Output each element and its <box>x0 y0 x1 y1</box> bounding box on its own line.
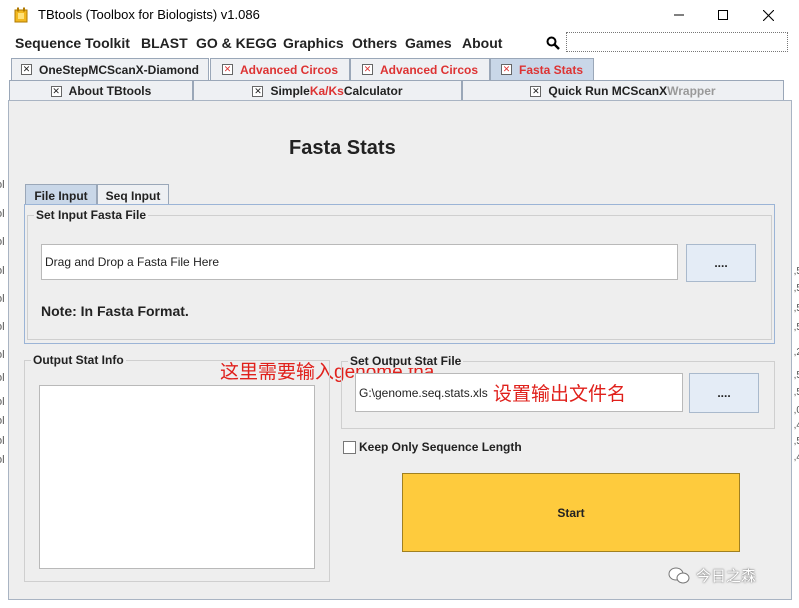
tab-label-part: Ka/Ks <box>309 84 344 98</box>
tab-label: Fasta Stats <box>518 62 584 77</box>
bg-fragment: ol <box>0 321 5 333</box>
search-input[interactable] <box>566 32 788 52</box>
menu-blast[interactable]: BLAST <box>141 35 188 51</box>
tab-simple-kaks-calculator[interactable]: ✕ Simple Ka/Ks Calculator <box>193 80 462 101</box>
tab-close-icon[interactable]: ✕ <box>530 85 542 97</box>
bg-fragment: ol <box>0 372 5 384</box>
tbtools-logo-icon <box>14 7 28 23</box>
menu-others[interactable]: Others <box>352 35 397 51</box>
close-icon <box>762 9 774 21</box>
output-info-label: Output Stat Info <box>31 353 126 367</box>
browse-output-button[interactable]: .... <box>689 373 759 413</box>
background-window-right: ,5 ,5 ,5 ,5 ,2 ,5 ,5 ,0 ,4 ,5 ,4 <box>791 100 799 608</box>
bg-fragment: ,5 <box>793 370 799 381</box>
tab-close-icon[interactable]: ✕ <box>361 64 373 75</box>
menu-go-kegg[interactable]: GO & KEGG <box>196 35 277 51</box>
tab-label-part: Simple <box>270 84 310 98</box>
bg-fragment: ol <box>0 349 5 361</box>
tab-close-icon[interactable]: ✕ <box>20 64 32 75</box>
tab-label-part: Wrapper <box>667 84 716 98</box>
bg-fragment: ,4 <box>793 452 799 463</box>
bg-fragment: ol <box>0 454 5 466</box>
background-window-left: ol ol ol ol ol ol ol ol ol ol ol ol <box>0 100 8 608</box>
bg-fragment: ,5 <box>793 322 799 333</box>
maximize-button[interactable] <box>700 0 746 30</box>
fasta-stats-panel: Fasta Stats File Input Seq Input Set Inp… <box>8 100 792 600</box>
tab-fasta-stats[interactable]: ✕ Fasta Stats <box>490 58 594 80</box>
watermark: 今日之森 <box>668 565 756 586</box>
tab-row-1: ✕ OneStepMCScanX-Diamond ✕ Advanced Circ… <box>0 58 799 80</box>
minimize-icon <box>674 14 684 16</box>
title-bar: TBtools (Toolbox for Biologists) v1.086 <box>0 0 799 30</box>
page-title: Fasta Stats <box>289 137 396 159</box>
start-button[interactable]: Start <box>402 473 740 552</box>
tab-label: Advanced Circos <box>239 62 339 77</box>
file-input-panel: Set Input Fasta File Drag and Drop a Fas… <box>24 204 775 383</box>
bg-fragment: ,5 <box>793 266 799 277</box>
minimize-button[interactable] <box>656 0 702 30</box>
bg-fragment: ,4 <box>793 420 799 431</box>
close-button[interactable] <box>745 0 791 30</box>
tab-close-icon[interactable]: ✕ <box>221 64 233 75</box>
maximize-icon <box>718 10 728 20</box>
bg-fragment: ,5 <box>793 283 799 294</box>
browse-input-button[interactable]: .... <box>686 244 756 282</box>
bg-fragment: ,0 <box>793 405 799 416</box>
tab-quick-run-mcscanx-wrapper[interactable]: ✕ Quick Run MCScanX Wrapper <box>462 80 784 101</box>
bg-fragment: ol <box>0 396 5 408</box>
format-note: Note: In Fasta Format. <box>41 303 189 319</box>
tab-about-tbtools[interactable]: ✕ About TBtools <box>9 80 193 101</box>
tab-close-icon[interactable]: ✕ <box>500 64 512 75</box>
bg-fragment: ol <box>0 435 5 447</box>
tab-close-icon[interactable]: ✕ <box>50 85 62 97</box>
bg-fragment: ol <box>0 208 5 220</box>
output-info-textarea[interactable] <box>39 385 315 569</box>
bg-fragment: ol <box>0 415 5 427</box>
tab-row-2: ✕ About TBtools ✕ Simple Ka/Ks Calculato… <box>0 80 799 101</box>
tab-seq-input[interactable]: Seq Input <box>97 184 169 206</box>
bg-fragment: ol <box>0 265 5 277</box>
keep-length-checkbox[interactable] <box>343 441 356 454</box>
tab-label-part: Quick Run MCScanX <box>548 84 668 98</box>
tab-file-input[interactable]: File Input <box>25 184 97 206</box>
bg-fragment: ,2 <box>793 347 799 358</box>
input-file-group: Set Input Fasta File Drag and Drop a Fas… <box>27 208 772 340</box>
menu-about[interactable]: About <box>462 35 502 51</box>
wechat-logo-icon <box>668 567 690 583</box>
tab-label: Advanced Circos <box>379 62 479 77</box>
output-group-label: Set Output Stat File <box>348 354 464 368</box>
tab-advanced-circos-2[interactable]: ✕ Advanced Circos <box>350 58 490 80</box>
bg-fragment: ,5 <box>793 303 799 314</box>
input-group-label: Set Input Fasta File <box>34 208 149 222</box>
tab-label-part: Calculator <box>343 84 403 98</box>
search-icon[interactable] <box>546 36 560 50</box>
menu-graphics[interactable]: Graphics <box>283 35 344 51</box>
bg-fragment: ,5 <box>793 436 799 447</box>
output-info-group: Output Stat Info <box>24 353 330 582</box>
output-annotation: 设置输出文件名 <box>493 384 627 405</box>
window-title: TBtools (Toolbox for Biologists) v1.086 <box>38 7 260 22</box>
keep-length-label[interactable]: Keep Only Sequence Length <box>359 440 522 454</box>
watermark-text: 今日之森 <box>696 568 757 585</box>
tab-label: OneStepMCScanX-Diamond <box>38 62 200 77</box>
tab-close-icon[interactable]: ✕ <box>252 85 264 97</box>
bg-fragment: ol <box>0 179 5 191</box>
bg-fragment: ol <box>0 236 5 248</box>
bg-fragment: ,5 <box>793 387 799 398</box>
tab-advanced-circos-1[interactable]: ✕ Advanced Circos <box>210 58 350 80</box>
tab-label: About TBtools <box>68 84 152 98</box>
menu-games[interactable]: Games <box>405 35 452 51</box>
fasta-file-input[interactable]: Drag and Drop a Fasta File Here <box>41 244 678 280</box>
menu-sequence-toolkit[interactable]: Sequence Toolkit <box>15 35 130 51</box>
bg-fragment: ol <box>0 293 5 305</box>
tab-onestepmcscanx-diamond[interactable]: ✕ OneStepMCScanX-Diamond <box>11 58 209 80</box>
